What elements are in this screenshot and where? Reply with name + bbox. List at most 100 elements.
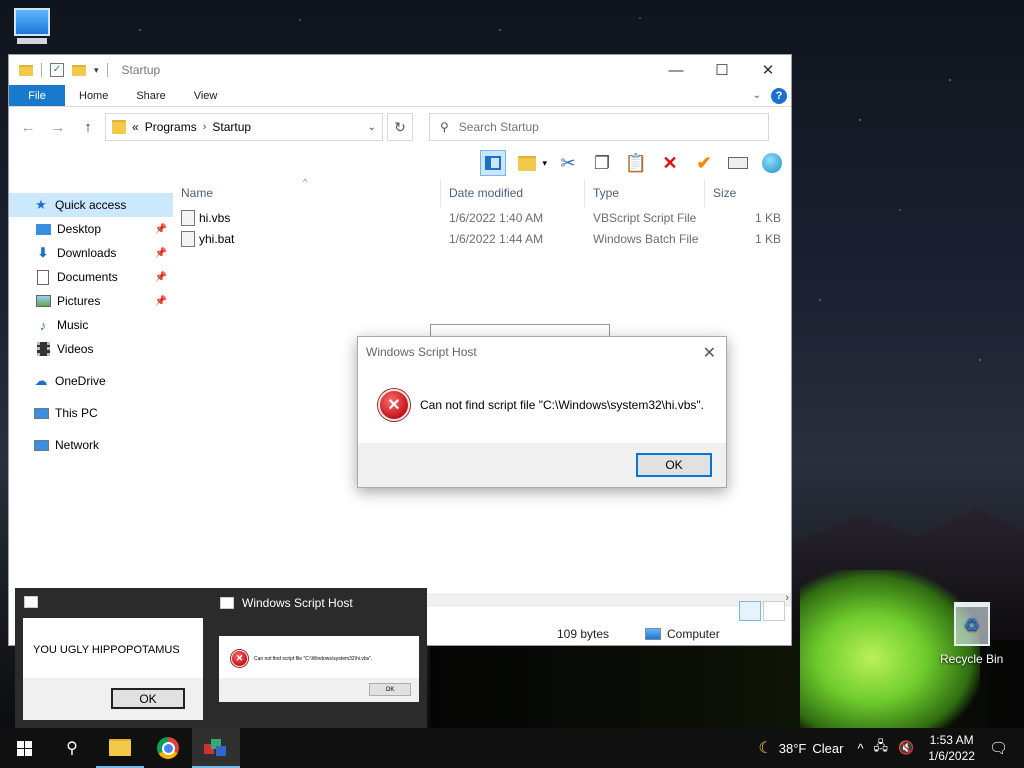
rename-button[interactable] — [725, 150, 751, 176]
tab-share[interactable]: Share — [122, 85, 179, 106]
nav-this-pc[interactable]: This PC — [9, 401, 173, 425]
help-icon[interactable]: ? — [771, 87, 787, 104]
nav-quick-access[interactable]: ★ Quick access — [9, 193, 173, 217]
column-name[interactable]: Name ^ — [173, 177, 441, 207]
forward-arrow-icon[interactable]: → — [45, 119, 71, 136]
volume-muted-icon[interactable]: 🔇 — [898, 740, 914, 756]
tab-file[interactable]: File — [9, 85, 65, 106]
small-ok-button[interactable]: OK — [369, 683, 411, 696]
document-icon — [35, 269, 51, 285]
breadcrumb-prefix[interactable]: « — [132, 120, 139, 134]
expand-ribbon-icon[interactable]: ⌄ — [753, 90, 761, 101]
folder-icon — [19, 64, 33, 76]
minimize-button[interactable]: — — [653, 55, 699, 85]
column-date[interactable]: Date modified — [441, 179, 585, 207]
file-row[interactable]: yhi.bat 1/6/2022 1:44 AM Windows Batch F… — [173, 228, 791, 249]
pane-icon — [485, 156, 502, 170]
chevron-up-icon[interactable]: ^ — [857, 741, 863, 756]
copy-button[interactable]: ❐ — [589, 150, 615, 176]
search-icon: ⚲ — [66, 740, 78, 757]
hippo-ok-button[interactable]: OK — [111, 688, 185, 709]
chrome-taskbar-button[interactable] — [144, 728, 192, 768]
file-explorer-taskbar-button[interactable] — [96, 728, 144, 768]
chevron-right-icon[interactable]: › — [203, 121, 207, 133]
large-icons-view-button[interactable] — [763, 601, 785, 621]
column-size[interactable]: Size — [705, 179, 781, 207]
window-title: Startup — [121, 63, 161, 77]
desktop-recycle-bin[interactable]: ♻ Recycle Bin — [940, 602, 1003, 666]
start-button[interactable] — [0, 728, 48, 768]
nav-documents[interactable]: Documents 📌 — [9, 265, 173, 289]
clock[interactable]: 1:53 AM 1/6/2022 — [928, 732, 975, 764]
network-icon[interactable]: 🖧 — [874, 737, 889, 759]
delete-button[interactable]: ✕ — [657, 150, 683, 176]
explorer-titlebar[interactable]: ✓ ▾ Startup — ☐ ✕ — [9, 55, 791, 85]
pin-icon[interactable]: 📌 — [155, 296, 167, 307]
check-button[interactable]: ✔ — [691, 150, 717, 176]
cut-button[interactable]: ✂ — [555, 150, 581, 176]
recycle-bin-icon: ♻ — [953, 602, 990, 646]
small-wsh-titlebar[interactable]: Windows Script Host — [220, 596, 353, 610]
nav-music[interactable]: ♪ Music — [9, 313, 173, 337]
windows-logo-icon — [16, 740, 32, 756]
nav-videos[interactable]: Videos — [9, 337, 173, 361]
search-input[interactable]: ⚲ Search Startup — [429, 113, 769, 141]
dialog-message: Can not find script file "C:\Windows\sys… — [420, 398, 704, 412]
sort-chevron-up-icon: ^ — [303, 177, 308, 187]
dialog-titlebar[interactable]: Windows Script Host ✕ — [358, 337, 726, 367]
folder-icon — [109, 738, 131, 756]
nav-onedrive[interactable]: ☁ OneDrive — [9, 369, 173, 393]
paste-button[interactable]: 📋 — [623, 150, 649, 176]
monitor-icon — [14, 8, 50, 36]
pin-icon[interactable]: 📌 — [155, 248, 167, 259]
chevron-down-icon[interactable]: ▾ — [542, 158, 547, 169]
new-folder-icon[interactable] — [72, 64, 86, 76]
copy-icon: ❐ — [593, 152, 611, 173]
nav-desktop[interactable]: Desktop 📌 — [9, 217, 173, 241]
scroll-right-icon[interactable]: › — [785, 592, 789, 604]
error-icon: ✕ — [378, 389, 410, 421]
shell-button[interactable] — [759, 150, 785, 176]
nav-pictures[interactable]: Pictures 📌 — [9, 289, 173, 313]
preview-pane-button[interactable] — [480, 150, 507, 176]
close-button[interactable]: ✕ — [745, 55, 791, 85]
refresh-button[interactable]: ↻ — [387, 113, 413, 141]
close-icon[interactable]: ✕ — [703, 343, 716, 363]
scissors-icon: ✂ — [560, 152, 576, 173]
search-placeholder: Search Startup — [458, 120, 539, 134]
weather-widget[interactable]: ☾ 38°F Clear — [758, 738, 843, 758]
breadcrumb-startup[interactable]: Startup — [212, 120, 251, 134]
tab-view[interactable]: View — [180, 85, 232, 106]
notification-icon[interactable]: 🗨 — [989, 739, 1008, 757]
address-bar[interactable]: « Programs › Startup ⌄ — [105, 113, 383, 141]
nav-network[interactable]: Network — [9, 433, 173, 457]
small-wsh-dialog: ✕ Can not find script file "C:\Windows\s… — [219, 636, 419, 702]
address-row: ← → ↑ « Programs › Startup ⌄ ↻ ⚲ Search … — [9, 107, 791, 147]
pin-icon[interactable]: 📌 — [155, 224, 167, 235]
column-type[interactable]: Type — [585, 179, 705, 207]
ribbon-tabs: File Home Share View ⌄ ? — [9, 85, 791, 107]
system-tray: ☾ 38°F Clear ^ 🖧 🔇 1:53 AM 1/6/2022 🗨 — [758, 728, 1024, 768]
ok-button[interactable]: OK — [636, 453, 712, 477]
script-window-icon — [220, 597, 234, 609]
file-row[interactable]: hi.vbs 1/6/2022 1:40 AM VBScript Script … — [173, 207, 791, 228]
back-arrow-icon[interactable]: ← — [15, 119, 41, 136]
chevron-down-icon[interactable]: ⌄ — [368, 122, 376, 133]
maximize-button[interactable]: ☐ — [699, 55, 745, 85]
customize-quick-access-icon[interactable]: ▾ — [94, 65, 99, 76]
script-host-taskbar-button[interactable] — [192, 728, 240, 768]
error-icon: ✕ — [231, 650, 248, 667]
desktop-this-pc-icon[interactable] — [14, 8, 50, 44]
properties-icon[interactable]: ✓ — [50, 63, 64, 77]
tab-home[interactable]: Home — [65, 85, 122, 106]
star-icon: ★ — [35, 197, 47, 212]
nav-downloads[interactable]: ⬇ Downloads 📌 — [9, 241, 173, 265]
script-host-icon — [204, 736, 228, 758]
up-arrow-icon[interactable]: ↑ — [75, 119, 101, 136]
hippo-message: YOU UGLY HIPPOPOTAMUS — [33, 644, 180, 656]
breadcrumb-programs[interactable]: Programs — [145, 120, 197, 134]
search-button[interactable]: ⚲ — [48, 728, 96, 768]
details-view-button[interactable] — [739, 601, 761, 621]
pin-icon[interactable]: 📌 — [155, 272, 167, 283]
folder-options-button[interactable] — [514, 150, 540, 176]
